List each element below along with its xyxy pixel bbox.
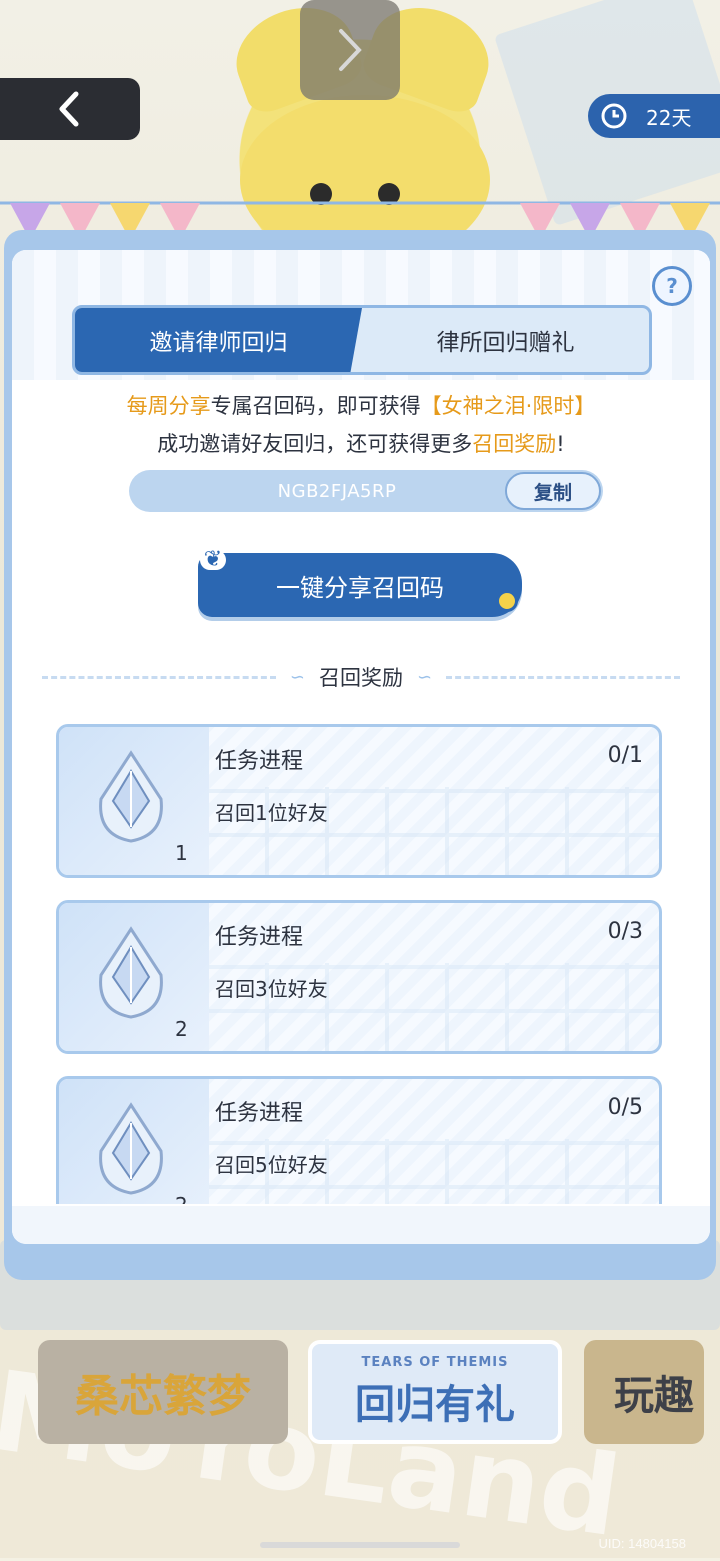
divider [446, 675, 680, 679]
reward-item[interactable]: 2 [59, 1079, 209, 1204]
dot-icon [496, 590, 518, 612]
description-line-2: 成功邀请好友回归，还可获得更多召回奖励! [12, 428, 710, 458]
share-code-button[interactable]: 一键分享召回码 [198, 553, 522, 617]
uid-label: UID: 14804158 [598, 1536, 686, 1551]
home-indicator[interactable] [260, 1542, 460, 1548]
swirl-icon: ❦ [200, 549, 226, 571]
tab-label: 律所回归赠礼 [436, 330, 575, 356]
section-header: ∽ 召回奖励 ∽ [42, 662, 680, 692]
divider [42, 675, 276, 679]
tab-label: 邀请律师回归 [149, 330, 288, 356]
panel-footer [12, 1206, 710, 1244]
tab-firm-return-gift[interactable]: 律所回归赠礼 [362, 308, 649, 372]
recall-reward-text: 召回奖励 [472, 432, 557, 456]
reward-item[interactable]: 1 [59, 727, 209, 875]
weekly-share-text: 每周分享 [126, 394, 211, 418]
swirl-icon: ∽ [289, 666, 305, 688]
task-title: 任务进程 [215, 749, 304, 774]
event-banner-row: 桑芯繁梦 TEARS OF THEMIS 回归有礼 玩趣 [0, 1340, 720, 1450]
task-progress: 0/1 [607, 743, 643, 768]
desc-text: 成功邀请好友回归，还可获得更多 [157, 432, 473, 456]
share-label: 一键分享召回码 [276, 573, 444, 602]
reward-card: 2 任务进程 0/5 召回5位好友 [56, 1076, 662, 1204]
recall-code: NGB2FJA5RP [277, 480, 397, 502]
recall-panel: ? 邀请律师回归 律所回归赠礼 每周分享专属召回码，即可获得【女神之泪·限时】 … [12, 250, 710, 1244]
event-banner-fun[interactable]: 玩趣 [584, 1340, 704, 1444]
banner-label: 桑芯繁梦 [75, 1371, 251, 1422]
event-banner-sale[interactable]: 桑芯繁梦 [38, 1340, 288, 1444]
event-timer: 22天 [588, 94, 720, 138]
reward-list[interactable]: 1 任务进程 0/1 召回1位好友 2 任务进程 0/3 召回3位好友 任务进程… [56, 724, 666, 1204]
reward-item[interactable]: 2 [59, 903, 209, 1051]
task-description: 召回1位好友 [215, 801, 328, 825]
tear-gem-icon [99, 750, 163, 843]
swirl-icon: ∽ [417, 666, 433, 688]
desc-text: ! [556, 432, 565, 456]
chevron-left-icon [59, 91, 79, 127]
reward-count: 2 [175, 1017, 188, 1041]
task-progress: 0/3 [607, 919, 643, 944]
clock-icon [601, 103, 627, 129]
reward-count: 2 [175, 1193, 188, 1204]
forward-button[interactable] [300, 0, 400, 100]
banner-label: 回归有礼 [355, 1381, 515, 1428]
banner-subtitle: TEARS OF THEMIS [361, 1354, 509, 1370]
section-title: 召回奖励 [319, 666, 403, 690]
task-progress: 0/5 [607, 1095, 643, 1120]
back-button[interactable] [0, 78, 140, 140]
reward-card: 1 任务进程 0/1 召回1位好友 [56, 724, 662, 878]
task-description: 召回5位好友 [215, 1153, 328, 1177]
event-banner-return-gift[interactable]: TEARS OF THEMIS 回归有礼 [308, 1340, 562, 1444]
desc-text: 专属召回码，即可获得 [210, 394, 421, 418]
reward-name-text: 【女神之泪·限时】 [420, 394, 596, 418]
task-title: 任务进程 [215, 1101, 304, 1126]
tear-gem-icon [99, 926, 163, 1019]
timer-text: 22天 [646, 105, 692, 130]
tab-invite-lawyer[interactable]: 邀请律师回归 [75, 308, 362, 372]
copy-button[interactable]: 复制 [505, 472, 601, 510]
description-line-1: 每周分享专属召回码，即可获得【女神之泪·限时】 [12, 390, 710, 420]
banner-label: 玩趣 [614, 1373, 694, 1419]
help-button[interactable]: ? [652, 266, 692, 306]
copy-label: 复制 [533, 481, 572, 504]
reward-card: 2 任务进程 0/3 召回3位好友 [56, 900, 662, 1054]
chevron-right-icon [339, 29, 362, 71]
recall-code-bar: NGB2FJA5RP 复制 [129, 470, 603, 512]
task-description: 召回3位好友 [215, 977, 328, 1001]
tab-bar: 邀请律师回归 律所回归赠礼 [72, 305, 652, 375]
tear-gem-icon [99, 1102, 163, 1195]
task-title: 任务进程 [215, 925, 304, 950]
reward-count: 1 [175, 841, 188, 865]
help-icon: ? [666, 274, 678, 298]
